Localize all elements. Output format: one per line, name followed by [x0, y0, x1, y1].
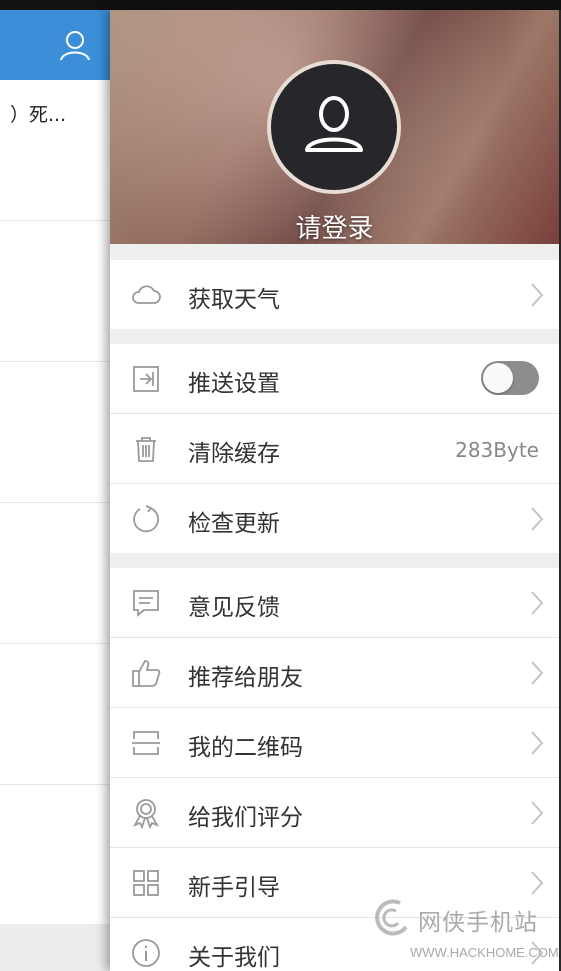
menu-item-clear-cache[interactable]: 清除缓存 283Byte: [110, 414, 559, 484]
menu-item-label: 给我们评分: [188, 805, 303, 831]
user-icon[interactable]: [58, 28, 92, 62]
refresh-icon: [133, 505, 159, 533]
chevron-right-icon: [531, 801, 544, 825]
profile-header: 请登录: [110, 10, 559, 244]
list-item[interactable]: [0, 503, 110, 644]
watermark-url: WWW.HACKHOME.COM: [410, 945, 559, 960]
menu-item-label: 清除缓存: [188, 441, 280, 467]
cache-size-value: 283Byte: [455, 438, 539, 462]
grid-icon: [133, 870, 159, 896]
award-icon: [132, 799, 160, 829]
chevron-right-icon: [531, 871, 544, 895]
menu-item-label: 推送设置: [188, 371, 280, 397]
background-app-header: [0, 10, 110, 80]
chevron-right-icon: [531, 591, 544, 615]
list-item[interactable]: [0, 362, 110, 503]
toggle-knob: [483, 363, 513, 393]
menu-item-label: 意见反馈: [188, 595, 280, 621]
menu-item-feedback[interactable]: 意见反馈: [110, 568, 559, 638]
menu-item-label: 关于我们: [188, 945, 280, 971]
watermark-name: 网侠手机站: [418, 910, 538, 936]
menu-item-label: 推荐给朋友: [188, 665, 303, 691]
menu-item-label: 我的二维码: [188, 735, 303, 761]
list-item[interactable]: [0, 80, 110, 221]
menu-item-weather[interactable]: 获取天气: [110, 260, 559, 329]
menu-item-qr-code[interactable]: 我的二维码: [110, 708, 559, 778]
info-icon: [132, 939, 160, 967]
menu-item-label: 检查更新: [188, 511, 280, 537]
watermark: 网侠手机站 WWW.HACKHOME.COM: [372, 895, 559, 971]
avatar[interactable]: [267, 60, 401, 194]
push-toggle[interactable]: [481, 361, 539, 395]
menu-item-label: 获取天气: [188, 287, 280, 313]
menu-group-settings: 推送设置 清除缓存 283Byte 检查更新: [110, 344, 559, 553]
menu-item-recommend[interactable]: 推荐给朋友: [110, 638, 559, 708]
list-item[interactable]: [0, 221, 110, 362]
menu-group-weather: 获取天气: [110, 260, 559, 329]
chevron-right-icon: [531, 507, 544, 531]
thumbs-up-icon: [132, 660, 161, 687]
feedback-icon: [133, 590, 159, 617]
menu-item-check-update[interactable]: 检查更新: [110, 484, 559, 553]
settings-drawer: 请登录 获取天气 推送设置 清除缓存 283Byte 检查更新 意见反馈 推荐给…: [110, 10, 559, 971]
chevron-right-icon: [531, 731, 544, 755]
qr-code-icon: [132, 731, 160, 755]
trash-icon: [136, 437, 156, 462]
status-bar: [0, 0, 561, 10]
login-button[interactable]: 请登录: [110, 208, 559, 245]
push-icon: [133, 366, 159, 392]
chevron-right-icon: [531, 661, 544, 685]
menu-item-label: 新手引导: [188, 875, 280, 901]
list-item[interactable]: [0, 644, 110, 785]
chevron-right-icon: [531, 283, 544, 307]
user-silhouette-icon: [305, 96, 363, 152]
menu-item-rate-us[interactable]: 给我们评分: [110, 778, 559, 848]
cloud-icon: [132, 285, 161, 304]
background-app: ）死...: [0, 10, 110, 971]
watermark-logo-icon: [375, 899, 408, 936]
background-app-footer: [0, 924, 110, 971]
menu-item-push-settings[interactable]: 推送设置: [110, 344, 559, 414]
